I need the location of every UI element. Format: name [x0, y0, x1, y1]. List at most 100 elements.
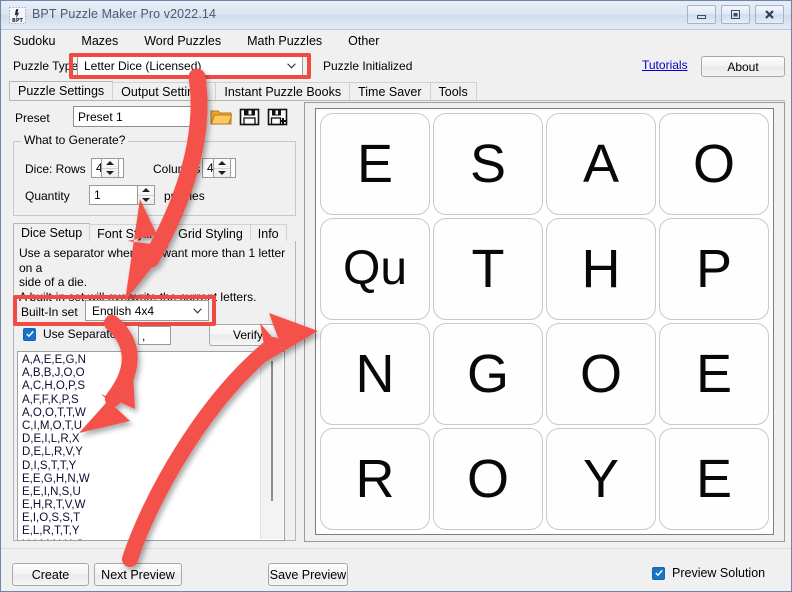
tab-puzzle-settings[interactable]: Puzzle Settings — [9, 81, 113, 101]
minimize-icon — [695, 9, 708, 20]
dice-columns-stepper[interactable] — [213, 158, 231, 178]
preview-solution-checkbox[interactable]: Preview Solution — [652, 566, 765, 580]
preset-input[interactable]: Preset 1 — [73, 106, 205, 127]
dice-list-item[interactable]: A,A,E,E,G,N — [22, 354, 258, 367]
menu-item-mazes[interactable]: Mazes — [81, 34, 118, 48]
menu-item-sudoku[interactable]: Sudoku — [13, 34, 55, 48]
quantity-decrement[interactable] — [138, 196, 154, 205]
svg-text:BPT: BPT — [12, 18, 23, 24]
dice-list-item[interactable]: D,E,I,L,R,X — [22, 433, 258, 446]
open-preset-button[interactable] — [209, 105, 233, 129]
tab-tools[interactable]: Tools — [430, 82, 477, 101]
die-cell: A — [546, 113, 656, 215]
dice-rows-stepper[interactable] — [101, 158, 119, 178]
quantity-label: Quantity — [25, 189, 70, 203]
tab-time-saver[interactable]: Time Saver — [349, 82, 430, 101]
tutorials-link[interactable]: Tutorials — [642, 58, 688, 72]
minimize-button[interactable] — [687, 5, 716, 24]
save-preset-icon — [239, 107, 260, 127]
die-cell: O — [546, 323, 656, 425]
quantity-stepper[interactable] — [137, 185, 155, 205]
checkbox-box — [652, 567, 665, 580]
close-button[interactable] — [755, 5, 784, 24]
preset-value: Preset 1 — [78, 110, 123, 124]
quantity-suffix-label: puzzles — [164, 189, 205, 203]
tab-info[interactable]: Info — [250, 224, 287, 242]
die-cell: O — [433, 428, 543, 530]
tab-grid-styling[interactable]: Grid Styling — [170, 224, 251, 242]
next-preview-button[interactable]: Next Preview — [94, 563, 182, 586]
dice-rows-increment[interactable] — [102, 159, 118, 169]
app-window: BPT BPT Puzzle Maker Pro v2022.14 — [0, 0, 792, 592]
dice-list-item[interactable]: E,E,G,H,N,W — [22, 473, 258, 486]
checkbox-box — [23, 328, 36, 341]
save-preset-as-icon — [267, 107, 288, 127]
dice-list-item[interactable]: A,O,O,T,T,W — [22, 407, 258, 420]
dice-list-item[interactable]: H,I,M,N,U,Q — [22, 539, 258, 541]
save-preset-as-button[interactable] — [265, 105, 289, 129]
menu-item-math-puzzles[interactable]: Math Puzzles — [247, 34, 322, 48]
die-cell: P — [659, 218, 769, 320]
separator-input[interactable]: , — [138, 326, 171, 345]
main-tab-strip: Puzzle Settings Output Settings Instant … — [9, 81, 785, 101]
help-line-2: side of a die. — [19, 275, 291, 290]
dice-list-item[interactable]: A,F,F,K,P,S — [22, 394, 258, 407]
dice-rows-label: Dice: Rows — [25, 162, 86, 176]
bpt-logo-icon: BPT — [9, 7, 26, 24]
dice-list-item[interactable]: A,B,B,J,O,O — [22, 367, 258, 380]
create-button[interactable]: Create — [12, 563, 89, 586]
dice-list-item[interactable]: C,I,M,O,T,U — [22, 420, 258, 433]
dice-list-item[interactable]: E,L,R,T,T,Y — [22, 525, 258, 538]
tab-output-settings[interactable]: Output Settings — [112, 82, 216, 101]
preview-panel: ESAOQuTHPNGOEROYE — [304, 102, 785, 542]
die-cell: R — [320, 428, 430, 530]
triangle-down-icon — [106, 171, 114, 175]
maximize-icon — [729, 9, 742, 20]
dice-letters-listbox[interactable]: A,A,E,E,G,NA,B,B,J,O,OA,C,H,O,P,SA,F,F,K… — [17, 351, 285, 541]
help-line-1: Use a separator when you want more than … — [19, 246, 291, 275]
title-bar: BPT BPT Puzzle Maker Pro v2022.14 — [1, 1, 791, 30]
tab-dice-setup[interactable]: Dice Setup — [13, 223, 90, 242]
dice-rows-decrement[interactable] — [102, 169, 118, 178]
dice-list-item[interactable]: D,E,L,R,V,Y — [22, 446, 258, 459]
window-title: BPT Puzzle Maker Pro v2022.14 — [32, 7, 216, 21]
dice-list-item[interactable]: E,I,O,S,S,T — [22, 512, 258, 525]
save-preset-button[interactable] — [237, 105, 261, 129]
menu-item-other[interactable]: Other — [348, 34, 379, 48]
quantity-increment[interactable] — [138, 186, 154, 196]
dice-tab-strip: Dice Setup Font Styling Grid Styling Inf… — [13, 223, 296, 242]
tab-instant-puzzle-books[interactable]: Instant Puzzle Books — [215, 82, 350, 101]
dice-list-item[interactable]: E,H,R,T,V,W — [22, 499, 258, 512]
close-icon — [763, 9, 776, 20]
use-separator-checkbox[interactable]: Use Separator — [23, 327, 120, 341]
dice-columns-label: Columns — [153, 162, 200, 176]
puzzle-status-label: Puzzle Initialized — [323, 59, 412, 73]
die-cell: H — [546, 218, 656, 320]
dice-columns-increment[interactable] — [214, 159, 230, 169]
die-cell: S — [433, 113, 543, 215]
preview-solution-label: Preview Solution — [672, 566, 765, 580]
menu-bar: Sudoku Mazes Word Puzzles Math Puzzles O… — [1, 30, 791, 52]
die-cell: Qu — [320, 218, 430, 320]
die-cell: Y — [546, 428, 656, 530]
dice-columns-decrement[interactable] — [214, 169, 230, 178]
letter-dice-grid: ESAOQuTHPNGOEROYE — [320, 113, 769, 530]
dice-list-item[interactable]: A,C,H,O,P,S — [22, 380, 258, 393]
tab-font-styling[interactable]: Font Styling — [89, 224, 171, 242]
dice-list-scrollbar[interactable] — [260, 353, 283, 539]
puzzle-type-highlight-box — [69, 53, 311, 79]
dice-list-scrollbar-thumb[interactable] — [271, 361, 273, 501]
maximize-button[interactable] — [721, 5, 750, 24]
menu-item-word-puzzles[interactable]: Word Puzzles — [144, 34, 221, 48]
die-cell: G — [433, 323, 543, 425]
about-button[interactable]: About — [701, 56, 785, 77]
dice-list-item[interactable]: D,I,S,T,T,Y — [22, 460, 258, 473]
verify-button[interactable]: Verify — [209, 324, 287, 346]
triangle-up-icon — [142, 188, 150, 192]
check-icon — [655, 569, 663, 577]
die-cell: O — [659, 113, 769, 215]
dice-list-item[interactable]: E,E,I,N,S,U — [22, 486, 258, 499]
save-preview-button[interactable]: Save Preview — [268, 563, 348, 586]
builtin-set-highlight-box — [13, 295, 216, 326]
window-controls — [687, 5, 784, 24]
